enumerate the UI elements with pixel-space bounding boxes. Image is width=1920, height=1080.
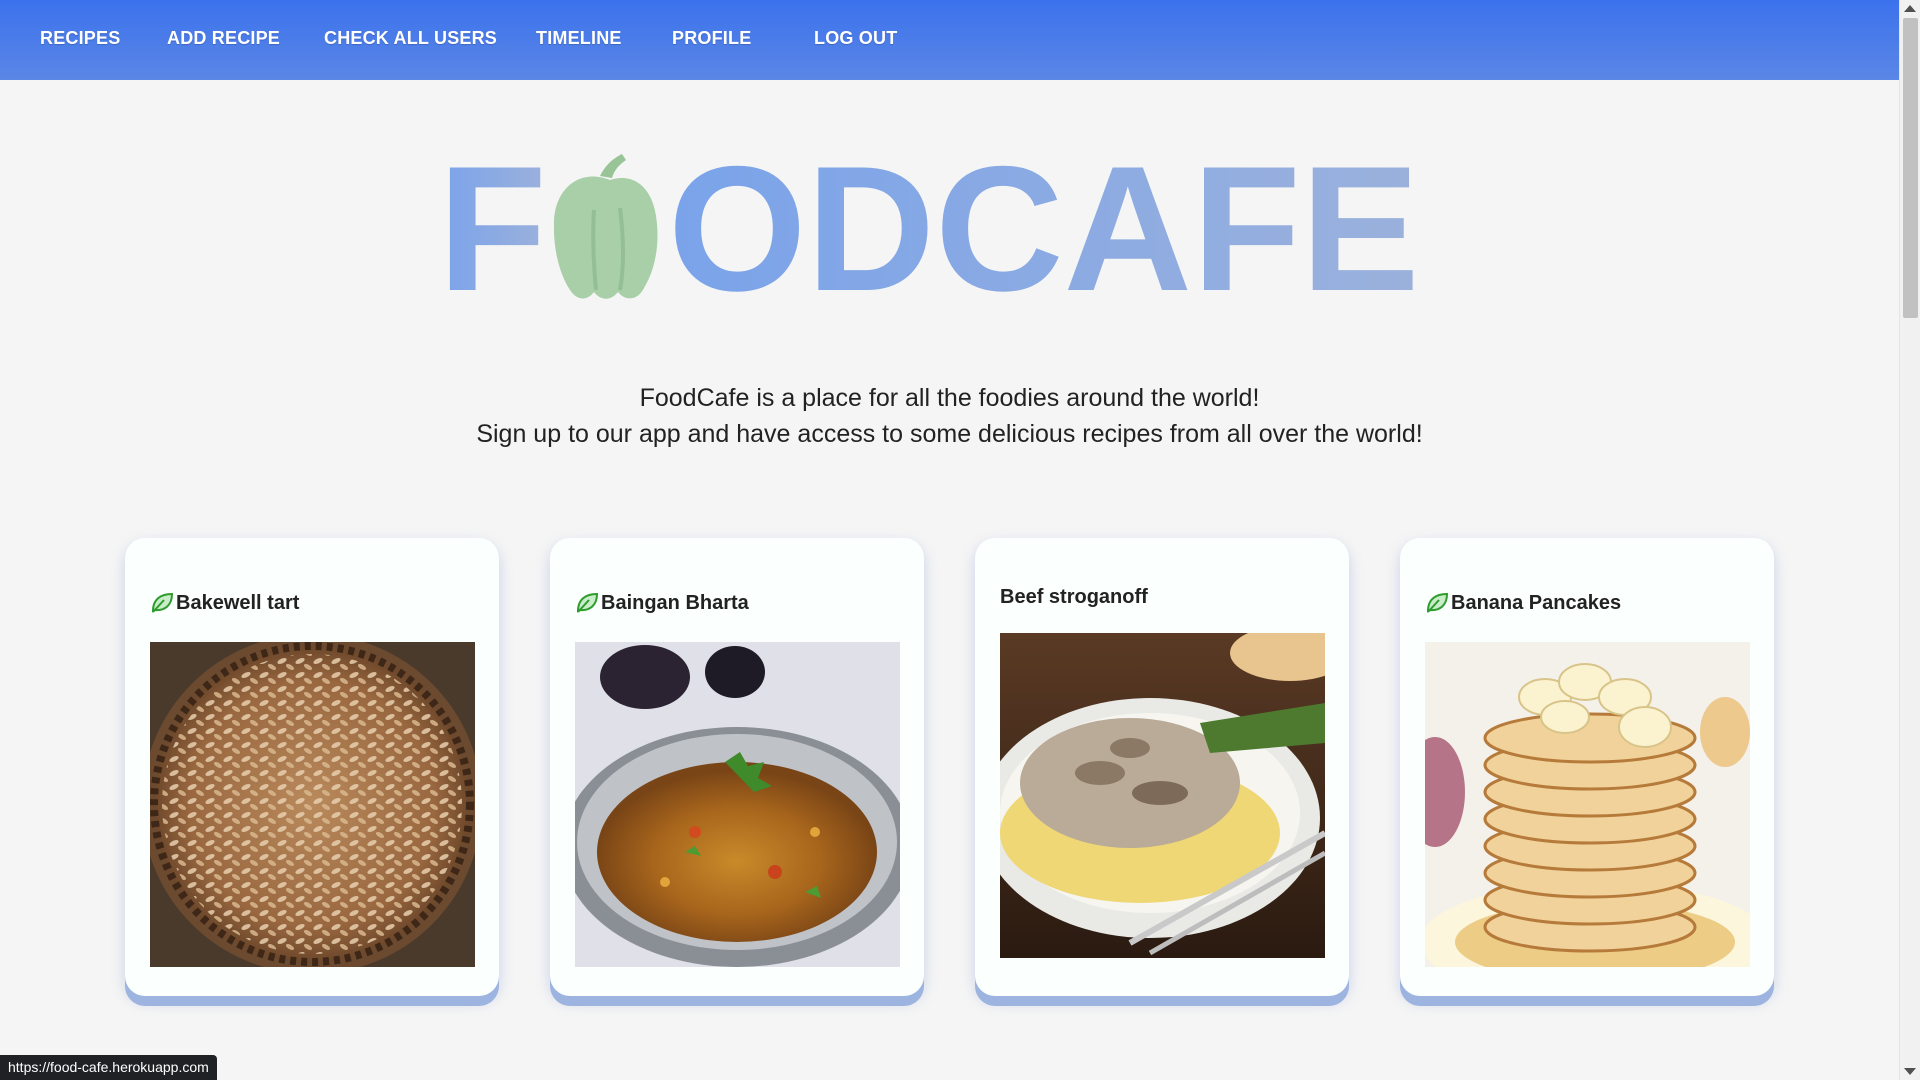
page-scrollbar[interactable]: [1899, 0, 1920, 1080]
nav-recipes-link[interactable]: RECIPES: [40, 28, 120, 49]
recipe-image-banana-pancakes[interactable]: [1425, 642, 1750, 967]
recipe-card-title: Banana Pancakes: [1425, 591, 1621, 615]
scrollbar-thumb[interactable]: [1903, 18, 1918, 318]
logo-letter-f: F: [438, 150, 547, 310]
leaf-icon: [151, 592, 174, 613]
tagline: FoodCafe is a place for all the foodies …: [0, 380, 1899, 452]
tagline-line-1: FoodCafe is a place for all the foodies …: [639, 384, 1260, 412]
nav-timeline-link[interactable]: TIMELINE: [536, 28, 622, 49]
recipe-title-text: Baingan Bharta: [601, 591, 749, 614]
recipe-card-title: Bakewell tart: [150, 591, 299, 615]
foodcafe-logo: F ODCAFE: [430, 150, 1470, 310]
recipe-title-text: Beef stroganoff: [1000, 586, 1148, 608]
recipe-card-beef-stroganoff[interactable]: Beef stroganoff: [975, 538, 1349, 996]
nav-profile-link[interactable]: PROFILE: [672, 28, 751, 49]
nav-log-out-link[interactable]: LOG OUT: [814, 28, 897, 49]
recipe-card-bakewell-tart[interactable]: Bakewell tart: [125, 538, 499, 996]
recipe-card-title: Beef stroganoff: [1000, 586, 1148, 609]
leaf-icon: [576, 592, 599, 613]
recipe-card-title: Baingan Bharta: [575, 591, 749, 615]
tagline-line-2: Sign up to our app and have access to so…: [476, 420, 1423, 448]
nav-check-all-users-link[interactable]: CHECK ALL USERS: [324, 28, 497, 49]
nav-add-recipe-link[interactable]: ADD RECIPE: [167, 28, 280, 49]
page: RECIPES ADD RECIPE CHECK ALL USERS TIMEL…: [0, 0, 1920, 1080]
link-status-url: https://food-cafe.herokuapp.com: [0, 1055, 217, 1080]
leaf-icon: [1426, 592, 1449, 613]
recipe-title-text: Bakewell tart: [176, 591, 300, 614]
top-nav-bar: RECIPES ADD RECIPE CHECK ALL USERS TIMEL…: [0, 0, 1899, 80]
recipe-image-bakewell-tart[interactable]: [150, 642, 475, 967]
recipe-title-text: Banana Pancakes: [1451, 591, 1622, 614]
recipe-card-baingan-bharta[interactable]: Baingan Bharta: [550, 538, 924, 996]
bell-pepper-icon: [553, 154, 658, 299]
recipe-image-beef-stroganoff[interactable]: [1000, 633, 1325, 958]
recipe-image-baingan-bharta[interactable]: [575, 642, 900, 967]
recipe-card-banana-pancakes[interactable]: Banana Pancakes: [1400, 538, 1774, 996]
scroll-down-arrow-icon[interactable]: [1904, 1068, 1916, 1075]
logo-letters-odcafe: ODCAFE: [668, 150, 1420, 310]
scroll-up-arrow-icon[interactable]: [1904, 5, 1916, 12]
